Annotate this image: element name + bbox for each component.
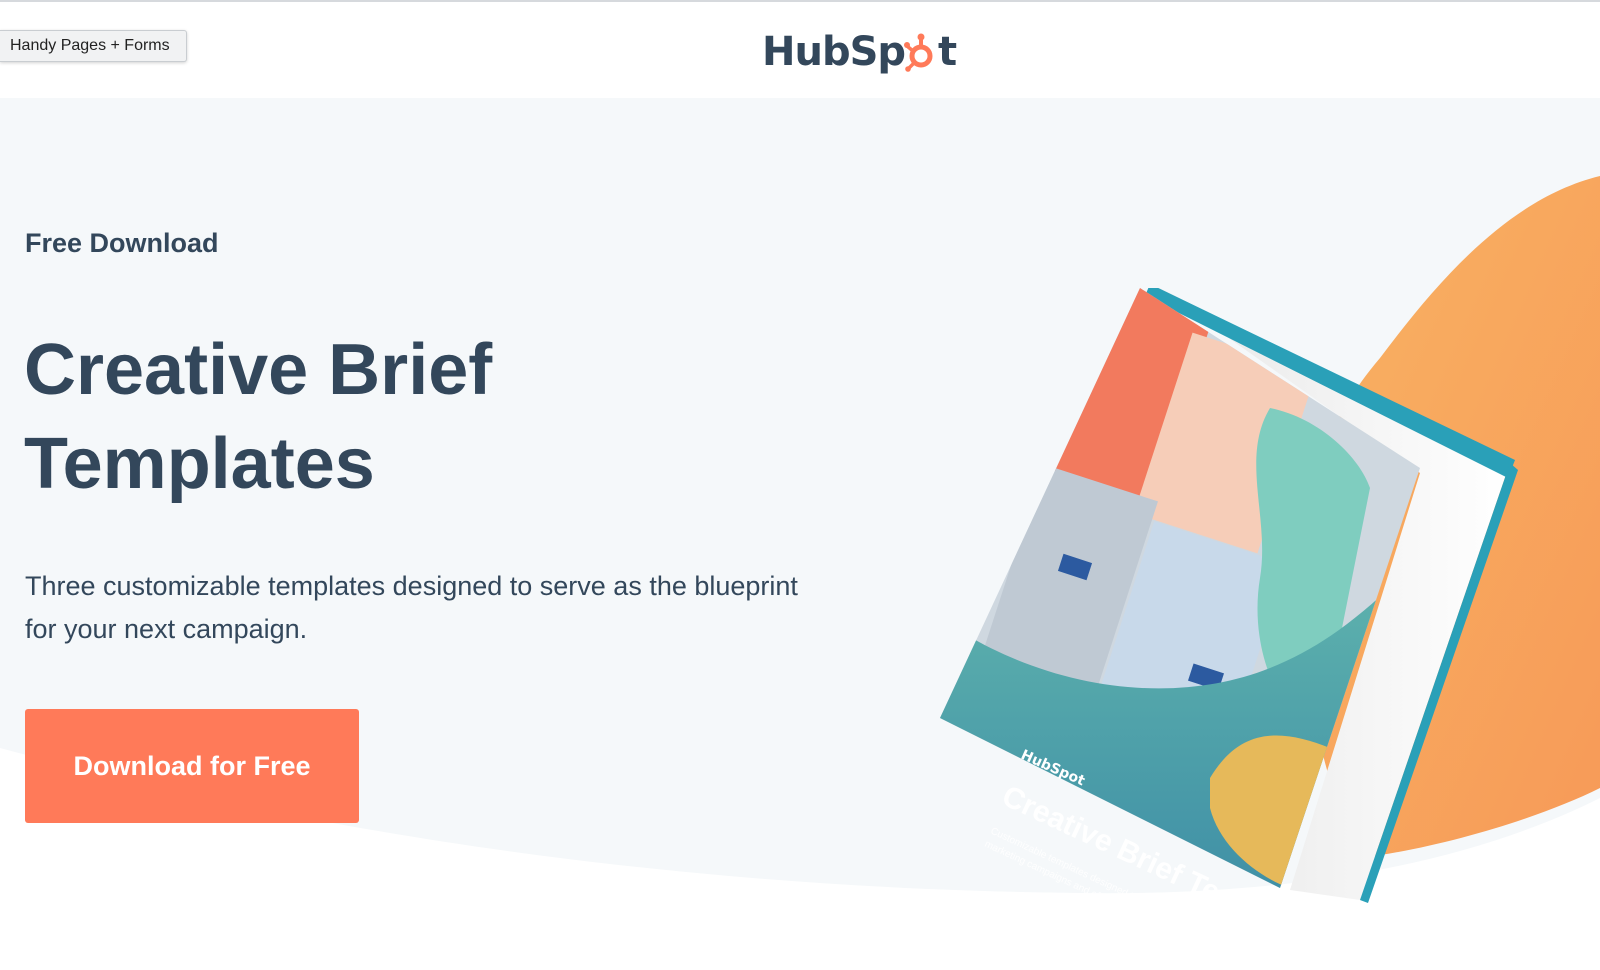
page-title: Creative Brief Templates [24,323,724,511]
page-title-line2: Templates [24,424,375,504]
hubspot-sprocket-icon [904,33,933,72]
page-title-line1: Creative Brief [24,330,493,410]
logo-text-end: t [938,29,957,75]
eyebrow-label: Free Download [25,228,219,258]
page-description: Three customizable templates designed to… [25,565,865,651]
description-line2: for your next campaign. [25,614,308,644]
extension-badge[interactable]: Handy Pages + Forms [0,30,187,62]
hero-section: Free Download Creative Brief Templates T… [0,98,1600,970]
extension-badge-label: Handy Pages + Forms [10,37,170,54]
hubspot-logo[interactable]: HubSp t [762,24,957,80]
description-line1: Three customizable templates designed to… [25,571,798,601]
site-header: Handy Pages + Forms HubSp t [0,2,1600,98]
ebook-cover-image: HubSpot Creative Brief Templates Customi… [940,288,1518,908]
logo-text-start: HubSp [762,29,906,75]
download-button[interactable]: Download for Free [25,709,359,823]
